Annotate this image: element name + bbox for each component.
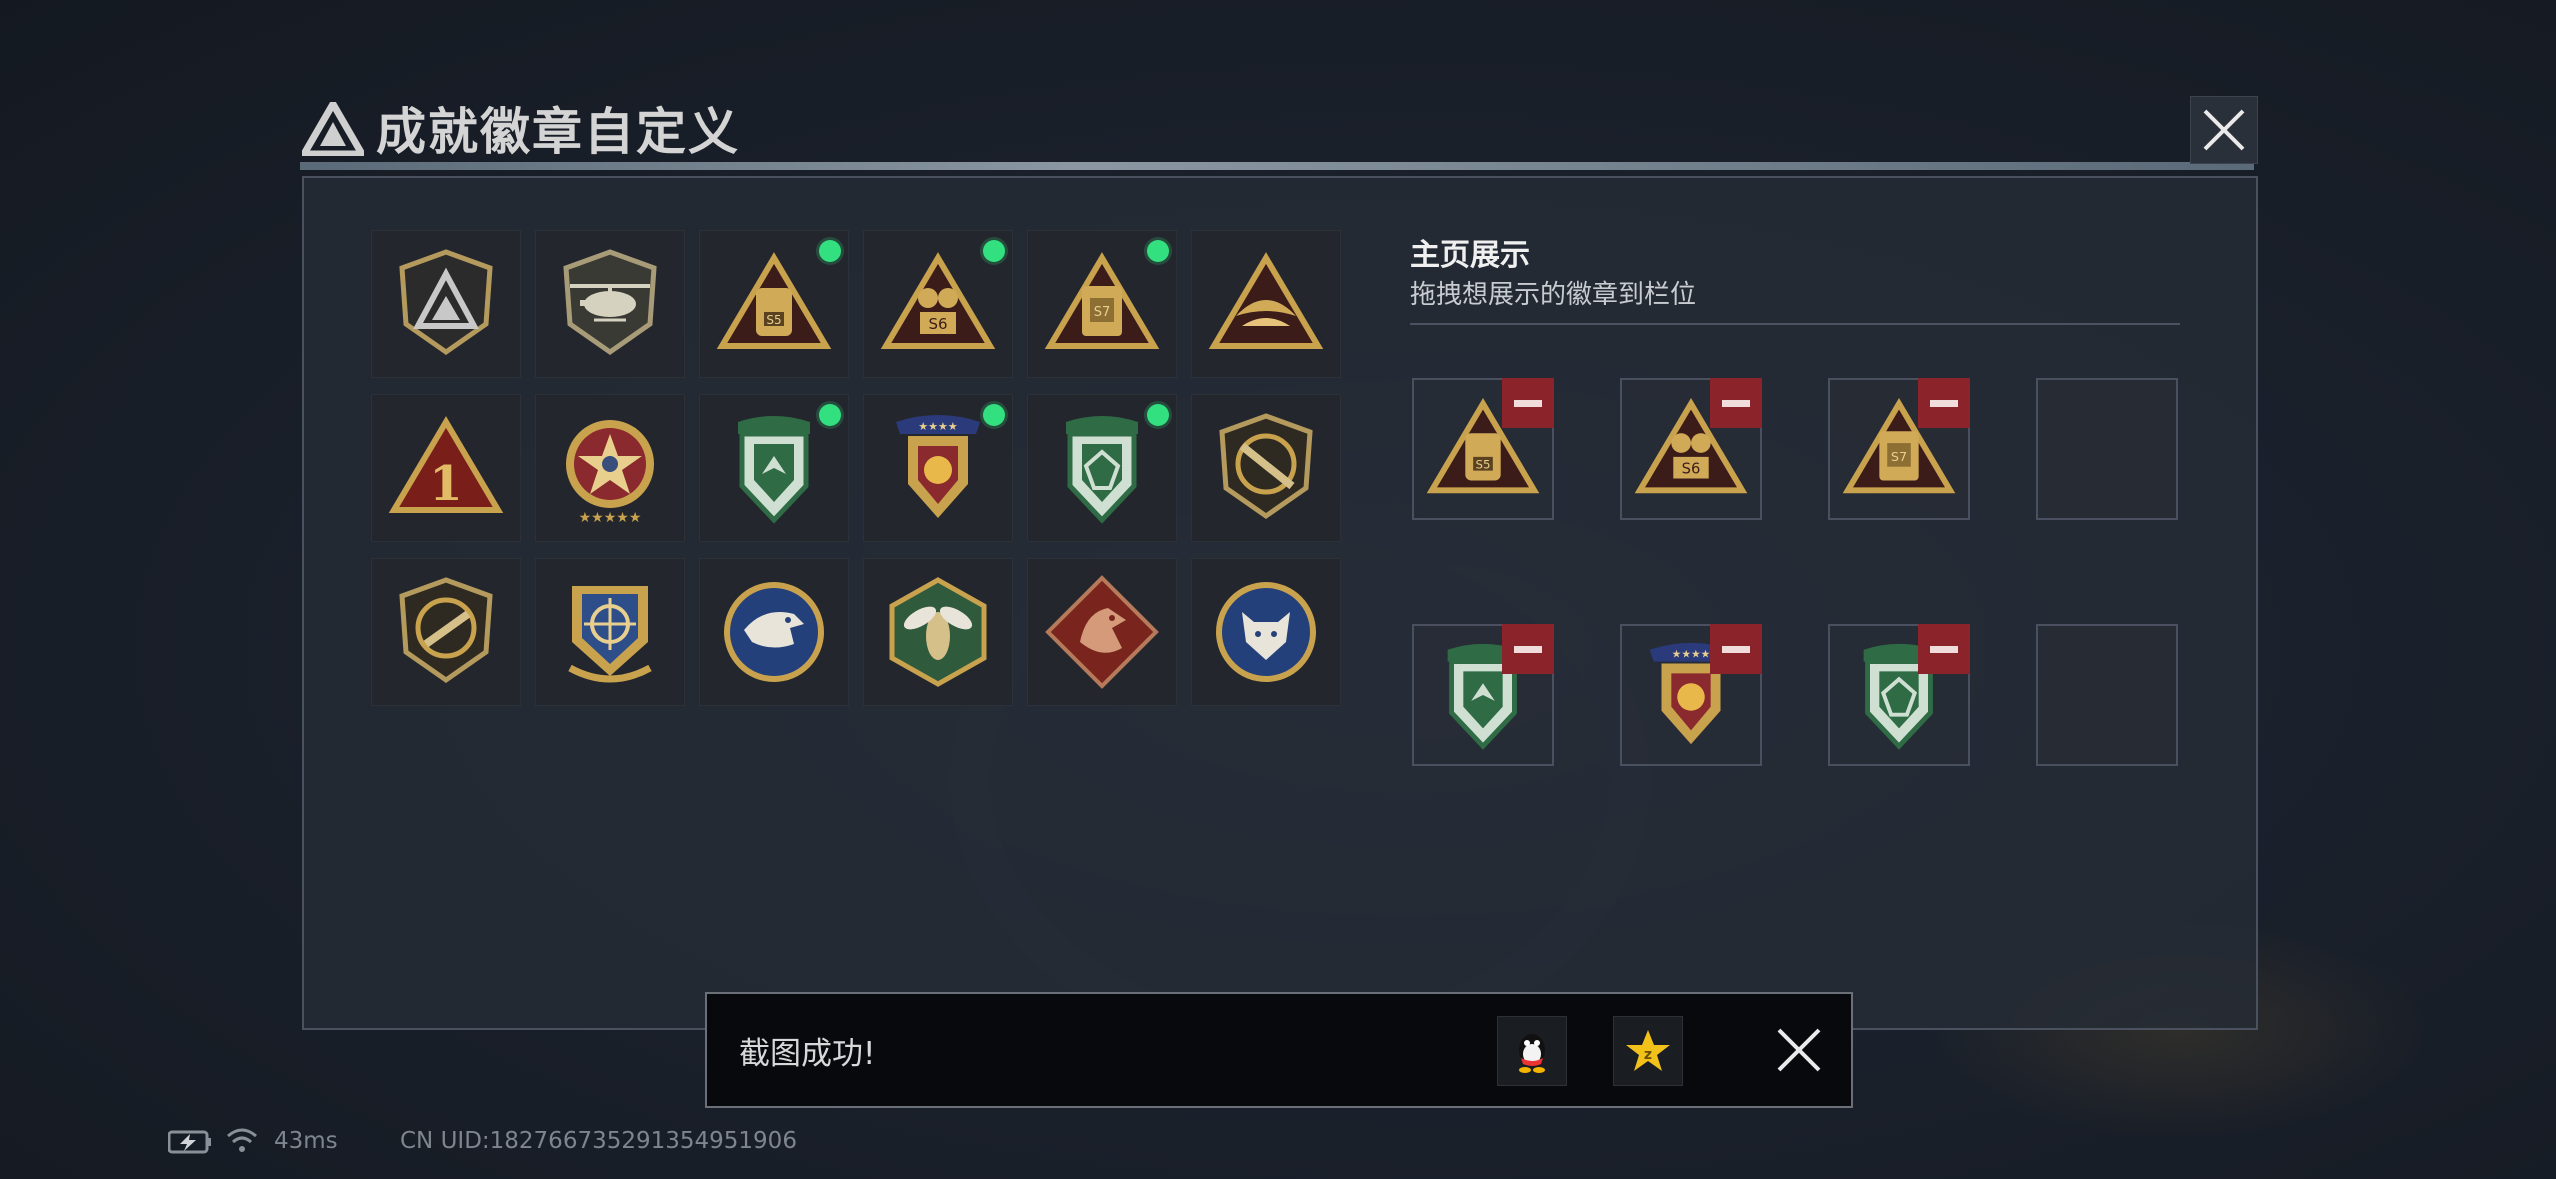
svg-text:★★★★★: ★★★★★ <box>579 510 642 526</box>
showcase-slot-2[interactable]: S6 <box>1620 378 1762 520</box>
badge-cell-star-medal[interactable]: ★★★★★ <box>535 394 685 542</box>
wifi-icon <box>227 1128 257 1152</box>
badge-cell-wolf[interactable] <box>1191 558 1341 706</box>
new-badge-dot <box>983 240 1005 262</box>
badge-cell-helicopter[interactable] <box>535 230 685 378</box>
toast-close-icon[interactable] <box>1771 1022 1827 1078</box>
share-qzone-button[interactable]: z <box>1613 1016 1683 1086</box>
badge-cell-smg-shield[interactable] <box>371 558 521 706</box>
ping-text: 43ms <box>274 1128 338 1154</box>
new-badge-dot <box>983 404 1005 426</box>
svg-text:★★★★: ★★★★ <box>918 420 958 433</box>
badge-cell-wasp[interactable] <box>863 558 1013 706</box>
green-shield-gem-badge-icon <box>1066 416 1138 524</box>
svg-text:S6: S6 <box>1682 461 1701 478</box>
svg-text:S6: S6 <box>928 315 947 333</box>
badge-cell-rifle-shield[interactable] <box>1191 394 1341 542</box>
svg-text:★★★★: ★★★★ <box>1672 648 1711 661</box>
remove-badge-button[interactable] <box>1918 378 1970 428</box>
green-shield-arrow-badge-icon <box>738 416 810 524</box>
eagle-badge-icon <box>724 582 824 682</box>
new-badge-dot <box>819 404 841 426</box>
helicopter-badge-icon <box>563 249 657 356</box>
badge-cell-golden-wings[interactable] <box>1191 230 1341 378</box>
badge-cell-rank-one[interactable]: 1 <box>371 394 521 542</box>
s5-season-badge-icon: S5 <box>716 252 832 349</box>
svg-text:S7: S7 <box>1094 305 1111 320</box>
remove-badge-button[interactable] <box>1710 378 1762 428</box>
badge-cell-s7-season[interactable]: S7 <box>1027 230 1177 378</box>
wolf-badge-icon <box>1216 582 1316 682</box>
squad-logo-badge-icon <box>399 249 493 356</box>
badge-cell-gold-shield-stars[interactable]: ★★★★ <box>863 394 1013 542</box>
smg-shield-badge-icon <box>399 577 493 684</box>
showcase-slot-3[interactable]: S7 <box>1828 378 1970 520</box>
badge-cell-squad-logo[interactable] <box>371 230 521 378</box>
showcase-slot-5[interactable] <box>1412 624 1554 766</box>
uid-text: CN UID:182766735291354951906 <box>400 1128 797 1154</box>
remove-badge-button[interactable] <box>1502 624 1554 674</box>
showcase-divider <box>1410 323 2180 325</box>
showcase-slot-7[interactable] <box>1828 624 1970 766</box>
svg-text:S7: S7 <box>1891 450 1907 465</box>
showcase-slot-8-empty[interactable] <box>2036 624 2178 766</box>
badge-cell-s6-season[interactable]: S6 <box>863 230 1013 378</box>
close-icon <box>2203 109 2245 151</box>
close-button[interactable] <box>2190 96 2258 164</box>
golden-wings-badge-icon <box>1208 252 1324 349</box>
dialog-header: 成就徽章自定义 <box>300 90 2260 170</box>
star-medal-badge-icon: ★★★★★ <box>566 420 654 526</box>
qq-icon <box>1519 1034 1545 1073</box>
dialog-title: 成就徽章自定义 <box>376 103 740 161</box>
battery-charging-icon <box>168 1130 211 1154</box>
dragon-badge-icon <box>1045 575 1159 689</box>
crosshair-shield-badge-icon <box>568 586 652 683</box>
gold-shield-stars-badge-icon: ★★★★ <box>896 415 980 518</box>
toast-message: 截图成功! <box>739 1036 876 1072</box>
qzone-star-icon: z <box>1626 1030 1670 1071</box>
new-badge-dot <box>1147 404 1169 426</box>
share-qq-button[interactable] <box>1497 1016 1567 1086</box>
showcase-slot-1[interactable]: S5 <box>1412 378 1554 520</box>
remove-badge-button[interactable] <box>1918 624 1970 674</box>
remove-badge-button[interactable] <box>1710 624 1762 674</box>
badge-cell-green-shield-gem[interactable] <box>1027 394 1177 542</box>
badge-cell-green-shield-arrow[interactable] <box>699 394 849 542</box>
wasp-badge-icon <box>889 577 987 687</box>
new-badge-dot <box>819 240 841 262</box>
badge-cell-s5-season[interactable]: S5 <box>699 230 849 378</box>
svg-text:S5: S5 <box>1476 458 1491 472</box>
badge-panel: S5 S6 S7 1 ★★★★★ ★★★★ 主页展示 拖拽想展示的徽章到栏位 S… <box>302 176 2258 1030</box>
showcase-subtitle: 拖拽想展示的徽章到栏位 <box>1410 280 1697 310</box>
badge-cell-dragon[interactable] <box>1027 558 1177 706</box>
svg-text:z: z <box>1644 1047 1652 1063</box>
s6-season-badge-icon: S6 <box>880 252 996 349</box>
showcase-slot-4-empty[interactable] <box>2036 378 2178 520</box>
game-logo-icon <box>302 102 364 156</box>
remove-badge-button[interactable] <box>1502 378 1554 428</box>
rifle-shield-badge-icon <box>1219 413 1313 520</box>
badge-cell-crosshair-shield[interactable] <box>535 558 685 706</box>
badge-cell-eagle[interactable] <box>699 558 849 706</box>
showcase-slot-6[interactable]: ★★★★ <box>1620 624 1762 766</box>
rank-one-badge-icon: 1 <box>388 416 504 513</box>
header-divider <box>300 162 2254 170</box>
screenshot-toast: 截图成功! z <box>705 992 1853 1108</box>
new-badge-dot <box>1147 240 1169 262</box>
s7-season-badge-icon: S7 <box>1044 252 1160 349</box>
showcase-title: 主页展示 <box>1410 238 1530 273</box>
svg-text:S5: S5 <box>766 313 781 327</box>
svg-text:1: 1 <box>429 456 462 512</box>
